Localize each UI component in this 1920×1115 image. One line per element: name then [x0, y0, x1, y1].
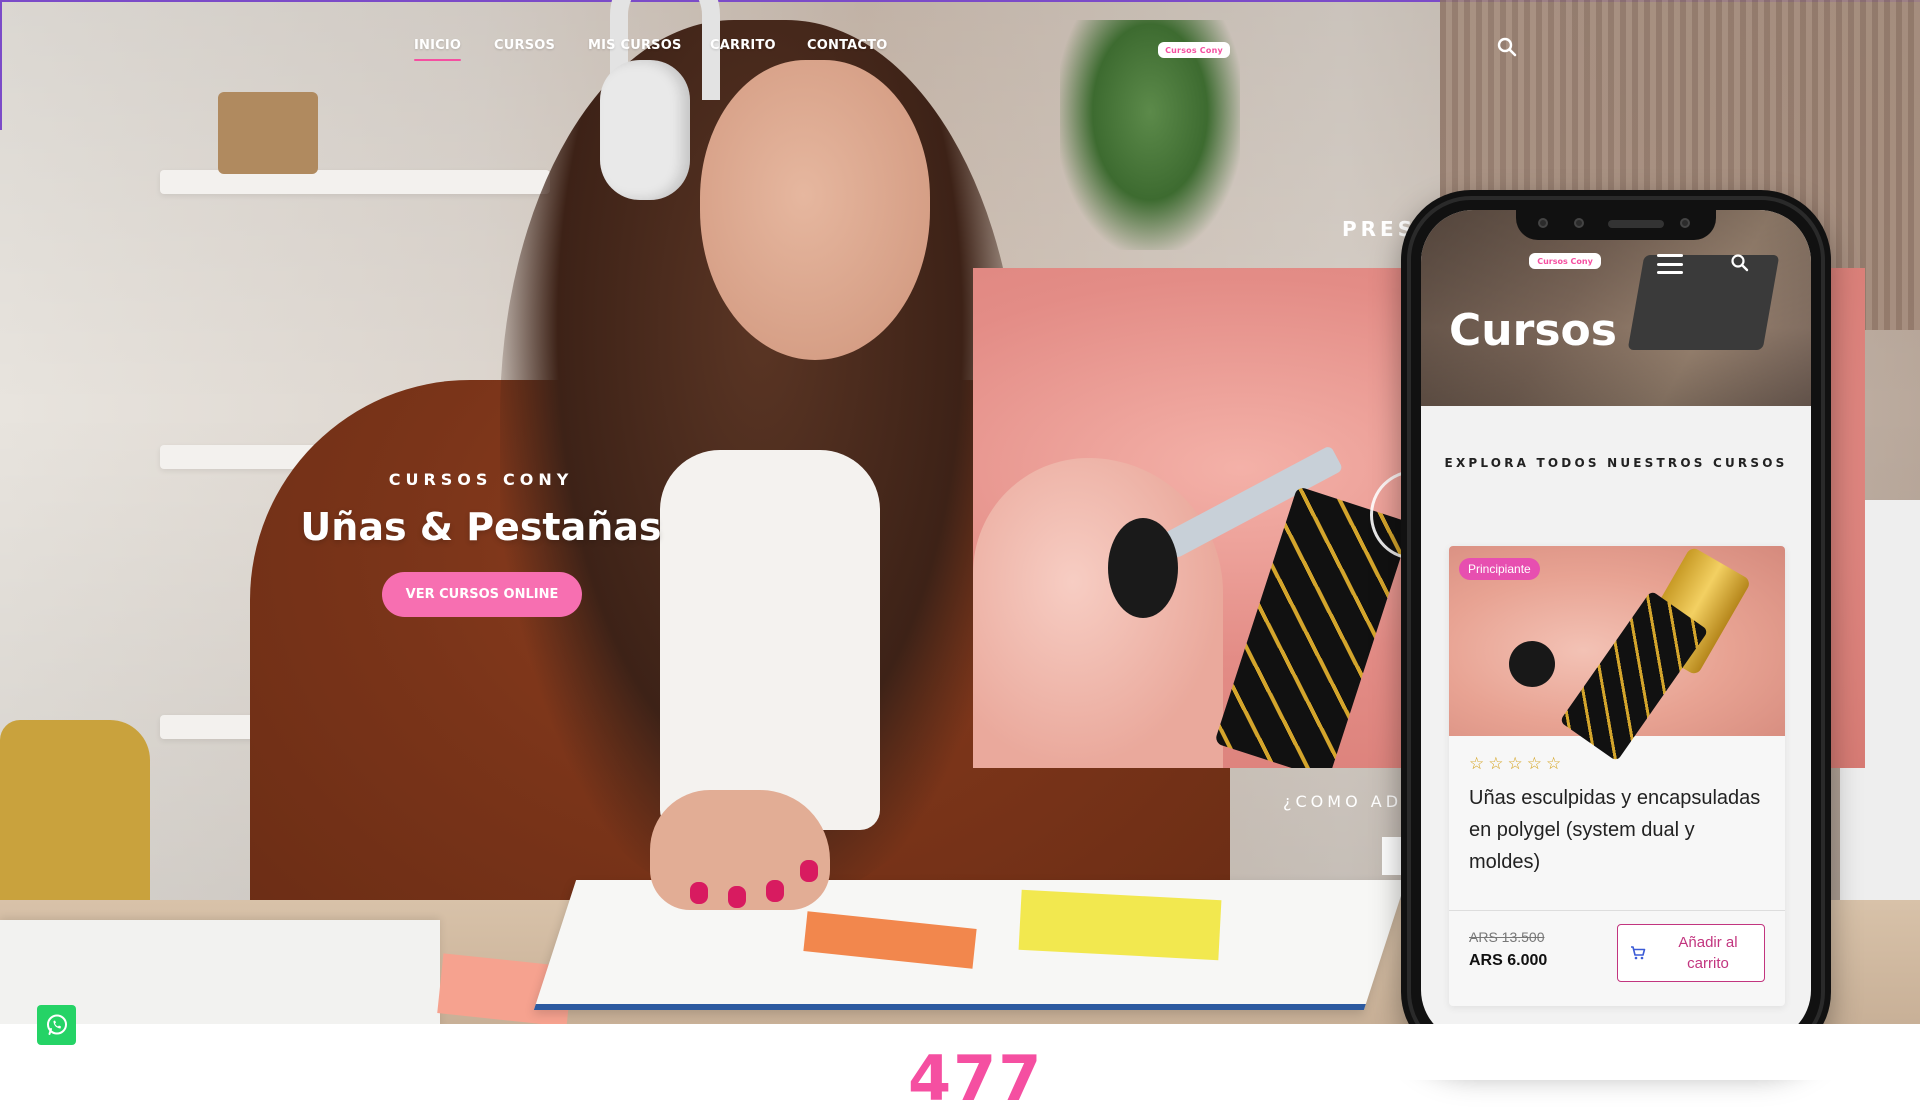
add-to-cart-button[interactable]: Añadir al carrito	[1617, 924, 1765, 982]
view-courses-button[interactable]: VER CURSOS ONLINE	[382, 572, 582, 617]
person-face	[700, 60, 930, 360]
search-icon[interactable]	[1497, 37, 1517, 57]
phone-page-title: Cursos	[1449, 305, 1617, 356]
site-logo[interactable]: Cursos Cony	[1158, 42, 1230, 58]
shelf	[160, 170, 550, 194]
brush-tip	[1108, 518, 1178, 618]
phone-mockup: Cursos Cony Cursos EXPLORA TODOS NUESTRO…	[1401, 190, 1831, 1062]
phone-logo[interactable]: Cursos Cony	[1529, 253, 1601, 269]
stat-counter: 477	[908, 1042, 1044, 1115]
phone-notch	[1516, 210, 1716, 240]
section-question-partial: ¿COMO AD	[1283, 792, 1403, 811]
phone-logo-text: Cursos Cony	[1537, 256, 1593, 266]
add-to-cart-label: Añadir al carrito	[1678, 934, 1738, 972]
basket	[218, 92, 318, 174]
divider	[1449, 910, 1785, 911]
old-price: ARS 13.500	[1469, 929, 1545, 945]
phone-screen: Cursos Cony Cursos EXPLORA TODOS NUESTRO…	[1421, 210, 1811, 1042]
logo-text: Cursos Cony	[1165, 45, 1223, 55]
headphone	[600, 60, 690, 200]
whatsapp-icon[interactable]	[37, 1005, 76, 1045]
laptop	[1627, 255, 1780, 350]
hand	[650, 790, 830, 910]
nav-link-mis-cursos[interactable]: MIS CURSOS	[588, 38, 682, 53]
rating-stars: ☆☆☆☆☆	[1469, 754, 1566, 774]
level-badge: Principiante	[1459, 558, 1540, 580]
finger	[973, 458, 1223, 768]
sticky-note	[1018, 889, 1222, 961]
nav-link-cursos[interactable]: CURSOS	[494, 38, 555, 53]
person-shirt	[660, 450, 880, 830]
search-icon[interactable]	[1731, 254, 1749, 272]
course-image[interactable]: Principiante	[1449, 546, 1785, 762]
brush-tip	[1509, 641, 1555, 687]
course-card[interactable]: Principiante ☆☆☆☆☆ Uñas esculpidas y enc…	[1449, 546, 1785, 1006]
nail-form	[1559, 590, 1709, 762]
course-title[interactable]: Uñas esculpidas y encapsuladas en polyge…	[1469, 782, 1769, 878]
nav-link-carrito[interactable]: CARRITO	[710, 38, 776, 53]
hero-title: Uñas & Pestañas	[300, 505, 662, 549]
new-price: ARS 6.000	[1469, 952, 1548, 969]
nav-link-contacto[interactable]: CONTACTO	[807, 38, 887, 53]
explore-label: EXPLORA TODOS NUESTROS CURSOS	[1444, 456, 1788, 470]
hero-eyebrow: CURSOS CONY	[388, 470, 574, 489]
main-nav: INICIO CURSOS MIS CURSOS CARRITO CONTACT…	[0, 38, 1920, 68]
nav-link-inicio[interactable]: INICIO	[414, 38, 462, 61]
cart-icon	[1630, 945, 1646, 961]
cushion	[0, 720, 150, 920]
hamburger-icon[interactable]	[1657, 254, 1683, 274]
